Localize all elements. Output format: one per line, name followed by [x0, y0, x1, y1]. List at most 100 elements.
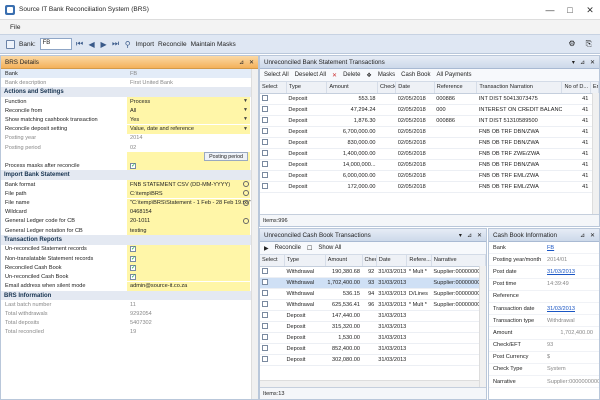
- section-brs-information[interactable]: BRS Information: [1, 290, 258, 301]
- column-header[interactable]: Check: [362, 255, 377, 267]
- show-matching-select[interactable]: Yes ▼: [127, 115, 250, 125]
- table-row[interactable]: Deposit 553.18 02/05/2018 000886 INT DIST 50…: [260, 93, 599, 105]
- show-all-button[interactable]: Show All: [318, 245, 341, 251]
- table-row[interactable]: Withdrawal 625,536.41 96 31/03/2013 * Mult *…: [260, 299, 486, 311]
- column-header[interactable]: Refere...: [406, 255, 432, 267]
- chevron-down-icon[interactable]: ▼: [243, 107, 248, 113]
- table-row[interactable]: Deposit 47,294.24 02/05/2018 000 INTEREST ON…: [260, 104, 599, 116]
- select-cell[interactable]: [260, 115, 287, 127]
- select-checkbox[interactable]: [262, 300, 268, 307]
- select-checkbox[interactable]: [262, 182, 268, 189]
- reconcile-action-button[interactable]: Reconcile: [275, 245, 301, 251]
- select-checkbox[interactable]: [262, 127, 268, 134]
- select-cell[interactable]: [260, 104, 287, 116]
- email-field[interactable]: admin@source-it.co.za: [127, 281, 250, 291]
- menu-file[interactable]: File: [10, 24, 20, 31]
- select-cell[interactable]: [260, 170, 287, 182]
- chevron-down-icon[interactable]: ▼: [243, 116, 248, 122]
- pin-icon[interactable]: ⊿: [580, 59, 585, 66]
- brs-scrollbar[interactable]: [251, 69, 258, 399]
- select-cell[interactable]: [260, 126, 287, 138]
- minimize-icon[interactable]: —: [540, 0, 560, 20]
- import-button[interactable]: Import: [136, 41, 154, 48]
- select-checkbox[interactable]: [262, 289, 268, 296]
- table-row[interactable]: Withdrawal 190,380.68 92 31/03/2013 * Mult *…: [260, 266, 486, 278]
- cashbook-hscrollbar[interactable]: [260, 380, 479, 387]
- last-record-icon[interactable]: ⏭: [112, 39, 120, 49]
- select-cell[interactable]: [260, 288, 285, 300]
- select-checkbox[interactable]: [262, 322, 268, 329]
- select-cell[interactable]: [260, 266, 285, 278]
- table-row[interactable]: Deposit 147,440.00 31/03/2013: [260, 310, 486, 322]
- column-header[interactable]: Error: [590, 82, 599, 94]
- table-row[interactable]: Deposit 1,530.00 31/03/2013: [260, 332, 486, 344]
- previous-record-icon[interactable]: ◀: [88, 40, 96, 49]
- select-cell[interactable]: [260, 343, 285, 355]
- info-value[interactable]: 31/03/2013: [547, 269, 599, 275]
- column-header[interactable]: Select: [260, 82, 287, 94]
- column-header[interactable]: Type: [286, 82, 328, 94]
- table-row[interactable]: Deposit 14,000,000... 02/05/2018 FNB OB TRF…: [260, 159, 599, 171]
- column-header[interactable]: Reference: [434, 82, 478, 94]
- select-checkbox[interactable]: [262, 116, 268, 123]
- column-header[interactable]: Check: [377, 82, 397, 94]
- section-import-statement[interactable]: Import Bank Statement: [1, 170, 258, 181]
- select-cell[interactable]: [260, 137, 287, 149]
- lookup-icon[interactable]: [243, 199, 249, 206]
- deselect-all-button[interactable]: Deselect All: [295, 72, 326, 78]
- column-header[interactable]: Select: [260, 255, 285, 267]
- reconcile-icon[interactable]: ▶: [264, 245, 269, 252]
- wildcard-field[interactable]: 0468154: [127, 207, 250, 217]
- table-row[interactable]: Deposit 6,000,000.00 02/05/2018 FNB OB TRF …: [260, 170, 599, 182]
- select-checkbox[interactable]: [262, 344, 268, 351]
- table-row[interactable]: Withdrawal 1,702,400.00 93 31/03/2013 Suppli…: [260, 277, 486, 289]
- search-icon[interactable]: ⚲: [124, 40, 132, 49]
- select-checkbox[interactable]: [262, 94, 268, 101]
- chevron-down-icon[interactable]: ▼: [243, 126, 248, 132]
- reconcile-from-select[interactable]: All ▼: [127, 106, 250, 116]
- maximize-icon[interactable]: □: [560, 0, 580, 20]
- select-cell[interactable]: [260, 93, 287, 105]
- gl-code-field[interactable]: 20-1011: [127, 216, 250, 226]
- column-header[interactable]: Narrative: [431, 255, 486, 267]
- unrec-cb-checkbox[interactable]: [130, 273, 136, 280]
- info-value[interactable]: 31/03/2013: [547, 306, 599, 312]
- select-checkbox[interactable]: [262, 105, 268, 112]
- attach-icon[interactable]: ⎘: [586, 39, 592, 49]
- select-cell[interactable]: [260, 159, 287, 171]
- lookup-icon[interactable]: [243, 181, 249, 188]
- settings-icon[interactable]: ⚙: [568, 39, 575, 49]
- delete-icon[interactable]: ✕: [332, 72, 337, 79]
- show-all-icon[interactable]: ☐: [307, 245, 312, 252]
- lookup-icon[interactable]: [243, 217, 249, 224]
- column-header[interactable]: Type: [284, 255, 326, 267]
- section-transaction-reports[interactable]: Transaction Reports: [1, 235, 258, 245]
- select-cell[interactable]: [260, 299, 285, 311]
- select-checkbox[interactable]: [262, 160, 268, 167]
- column-header[interactable]: Date: [376, 255, 408, 267]
- pin-icon[interactable]: ⊿: [467, 232, 472, 239]
- column-header[interactable]: Date: [395, 82, 435, 94]
- select-all-button[interactable]: Select All: [264, 72, 289, 78]
- select-checkbox[interactable]: [262, 267, 268, 274]
- file-path-field[interactable]: C:\temp\BRS: [127, 189, 250, 199]
- cashbook-scrollbar[interactable]: [479, 266, 486, 387]
- table-row[interactable]: Deposit 830,000.00 02/05/2018 FNB OB TRF DB…: [260, 137, 599, 149]
- function-select[interactable]: Process ▼: [127, 97, 250, 107]
- all-payments-button[interactable]: All Payments: [437, 72, 472, 78]
- rec-cb-checkbox[interactable]: [130, 264, 136, 271]
- table-row[interactable]: Deposit 852,400.00 31/03/2013: [260, 343, 486, 355]
- column-header[interactable]: Transaction Narration: [476, 82, 563, 94]
- info-value[interactable]: FB: [547, 245, 599, 251]
- column-header[interactable]: Amount: [325, 255, 363, 267]
- section-actions-settings[interactable]: Actions and Settings: [1, 87, 258, 97]
- posting-period-button[interactable]: Posting period: [204, 152, 248, 162]
- select-cell[interactable]: [260, 321, 285, 333]
- reconcile-button[interactable]: Reconcile: [158, 41, 187, 48]
- select-checkbox[interactable]: [262, 355, 268, 362]
- table-row[interactable]: Deposit 6,700,000.00 02/05/2018 FNB OB TRF …: [260, 126, 599, 138]
- unrec-stmt-checkbox[interactable]: [130, 245, 136, 253]
- process-masks-checkbox[interactable]: [130, 162, 136, 169]
- close-icon[interactable]: ✕: [580, 0, 600, 20]
- lookup-icon[interactable]: [243, 190, 249, 197]
